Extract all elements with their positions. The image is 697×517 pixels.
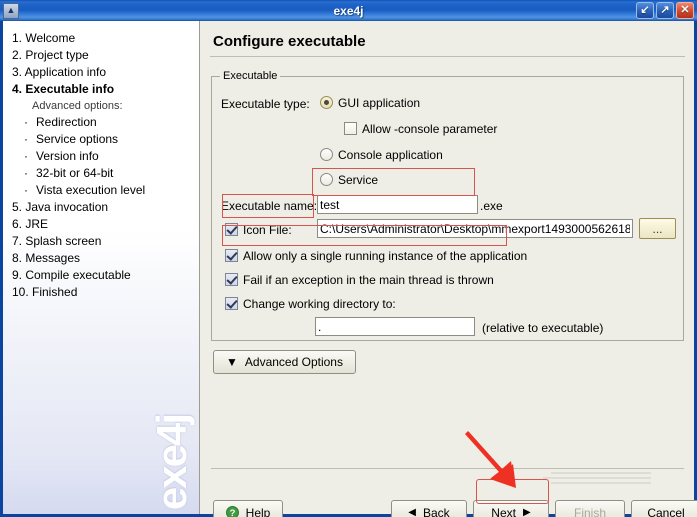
sidebar-item-label: 32-bit or 64-bit bbox=[36, 166, 114, 180]
wizard-steps: 1. Welcome 2. Project type 3. Applicatio… bbox=[3, 21, 199, 301]
radio-icon bbox=[320, 96, 333, 109]
close-icon[interactable]: ✕ bbox=[676, 2, 694, 19]
sidebar-item-version-info[interactable]: · Version info bbox=[12, 148, 199, 165]
executable-name-label: Executable name: bbox=[221, 199, 318, 213]
bullet-icon: · bbox=[24, 132, 28, 146]
radio-console-application[interactable]: Console application bbox=[320, 148, 443, 162]
checkbox-label: Icon File: bbox=[243, 223, 292, 237]
checkbox-icon bbox=[225, 273, 238, 286]
sidebar-item-service-options[interactable]: · Service options bbox=[12, 131, 199, 148]
checkbox-icon bbox=[225, 223, 238, 236]
groupbox-title: Executable bbox=[220, 70, 281, 82]
next-button[interactable]: Next ▶ bbox=[473, 500, 549, 517]
back-button[interactable]: ◀ Back bbox=[391, 500, 467, 517]
sidebar-item-32-or-64-bit[interactable]: · 32-bit or 64-bit bbox=[12, 165, 199, 182]
window-title: exe4j bbox=[333, 3, 364, 18]
executable-name-suffix: .exe bbox=[480, 199, 503, 213]
bullet-icon: · bbox=[24, 166, 28, 180]
title-bar: ▲ exe4j ↙ ↗ ✕ bbox=[0, 0, 697, 21]
sidebar-item-application-info[interactable]: 3. Application info bbox=[12, 64, 199, 81]
app-icon: ▲ bbox=[3, 2, 19, 19]
executable-type-label: Executable type: bbox=[221, 97, 310, 111]
sidebar-item-compile-executable[interactable]: 9. Compile executable bbox=[12, 267, 199, 284]
sidebar-item-label: Version info bbox=[36, 149, 99, 163]
main-panel: Configure executable Executable Executab… bbox=[201, 21, 697, 517]
checkbox-icon bbox=[225, 249, 238, 262]
arrow-right-icon: ▶ bbox=[522, 507, 531, 517]
sidebar-item-redirection[interactable]: · Redirection bbox=[12, 114, 199, 131]
sidebar-item-vista-execution-level[interactable]: · Vista execution level bbox=[12, 182, 199, 199]
advanced-options-label: Advanced Options bbox=[244, 355, 343, 369]
icon-file-path-input[interactable] bbox=[317, 219, 633, 238]
sidebar-item-label: Redirection bbox=[36, 115, 97, 129]
checkbox-label: Allow -console parameter bbox=[362, 122, 498, 136]
sidebar-item-project-type[interactable]: 2. Project type bbox=[12, 47, 199, 64]
sidebar-item-messages[interactable]: 8. Messages bbox=[12, 250, 199, 267]
bullet-icon: · bbox=[24, 149, 28, 163]
checkbox-change-working-directory[interactable]: Change working directory to: bbox=[225, 297, 396, 311]
cancel-button[interactable]: Cancel bbox=[631, 500, 697, 517]
checkbox-label: Change working directory to: bbox=[243, 297, 396, 311]
radio-icon bbox=[320, 148, 333, 161]
maximize-icon[interactable]: ↗ bbox=[656, 2, 674, 19]
footer-divider bbox=[211, 468, 684, 469]
checkbox-icon bbox=[225, 297, 238, 310]
wizard-sidebar: 1. Welcome 2. Project type 3. Applicatio… bbox=[3, 21, 200, 514]
advanced-options-button[interactable]: ▼ Advanced Options bbox=[213, 350, 356, 374]
sidebar-item-label: Service options bbox=[36, 132, 119, 146]
finish-button: Finish bbox=[555, 500, 625, 517]
help-label: Help bbox=[245, 505, 271, 517]
checkbox-label: Fail if an exception in the main thread … bbox=[243, 273, 494, 287]
radio-service[interactable]: Service bbox=[320, 173, 378, 187]
exe4j-window: ▲ exe4j ↙ ↗ ✕ 1. Welcome 2. Project type… bbox=[0, 0, 697, 517]
checkbox-fail-on-exception[interactable]: Fail if an exception in the main thread … bbox=[225, 273, 494, 287]
bullet-icon: · bbox=[24, 183, 28, 197]
executable-groupbox: Executable Executable type: GUI applicat… bbox=[211, 70, 684, 341]
sidebar-item-label: Vista execution level bbox=[36, 183, 146, 197]
checkbox-single-instance[interactable]: Allow only a single running instance of … bbox=[225, 249, 527, 263]
sidebar-item-finished[interactable]: 10. Finished bbox=[12, 284, 199, 301]
help-button[interactable]: ? Help bbox=[213, 500, 283, 517]
sidebar-item-welcome[interactable]: 1. Welcome bbox=[12, 30, 199, 47]
next-label: Next bbox=[491, 505, 516, 517]
browse-icon-file-button[interactable]: ... bbox=[639, 218, 676, 239]
svg-text:?: ? bbox=[229, 508, 235, 517]
executable-name-input[interactable] bbox=[317, 195, 478, 214]
radio-icon bbox=[320, 173, 333, 186]
radio-label: Console application bbox=[338, 148, 443, 162]
working-directory-hint: (relative to executable) bbox=[482, 321, 604, 335]
back-label: Back bbox=[423, 505, 450, 517]
arrow-left-icon: ◀ bbox=[408, 507, 416, 517]
chevron-down-icon: ▼ bbox=[226, 355, 238, 369]
working-directory-input[interactable] bbox=[315, 317, 475, 336]
page-title: Configure executable bbox=[213, 33, 366, 50]
window-controls: ↙ ↗ ✕ bbox=[636, 2, 694, 19]
sidebar-advanced-options-label: Advanced options: bbox=[32, 100, 123, 112]
radio-label: GUI application bbox=[338, 96, 421, 110]
checkbox-icon bbox=[344, 122, 357, 135]
sidebar-item-java-invocation[interactable]: 5. Java invocation bbox=[12, 199, 199, 216]
checkbox-icon-file[interactable]: Icon File: bbox=[225, 223, 292, 237]
sidebar-item-executable-info[interactable]: 4. Executable info bbox=[12, 81, 199, 98]
faint-watermark bbox=[531, 469, 651, 487]
bullet-icon: · bbox=[24, 115, 28, 129]
sidebar-item-splash-screen[interactable]: 7. Splash screen bbox=[12, 233, 199, 250]
radio-label: Service bbox=[338, 173, 379, 187]
radio-gui-application[interactable]: GUI application bbox=[320, 96, 420, 110]
minimize-icon[interactable]: ↙ bbox=[636, 2, 654, 19]
question-mark-icon: ? bbox=[225, 506, 239, 517]
sidebar-item-jre[interactable]: 6. JRE bbox=[12, 216, 199, 233]
exe4j-watermark: exe4j bbox=[148, 414, 195, 510]
checkbox-allow-console-parameter[interactable]: Allow -console parameter bbox=[344, 122, 497, 136]
checkbox-label: Allow only a single running instance of … bbox=[243, 249, 528, 263]
title-divider bbox=[210, 56, 685, 57]
